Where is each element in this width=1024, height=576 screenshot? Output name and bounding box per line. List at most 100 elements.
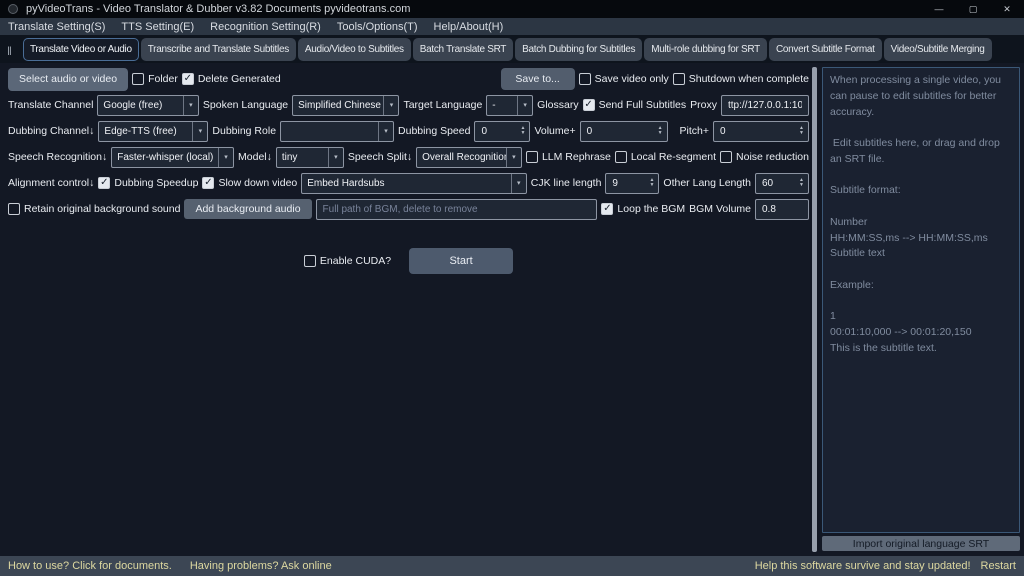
tab-batch-translate-srt[interactable]: Batch Translate SRT — [413, 38, 513, 61]
add-background-audio-button[interactable]: Add background audio — [184, 199, 311, 219]
menu-translate-setting[interactable]: Translate Setting(S) — [0, 18, 113, 35]
other-lang-length-spinner[interactable]: 60 ▲▼ — [755, 173, 809, 194]
spinner-arrows-icon: ▲▼ — [516, 126, 529, 136]
speech-split-select[interactable]: Overall Recognition ▾ — [416, 147, 522, 168]
enable-cuda-label: Enable CUDA? — [320, 255, 391, 267]
status-bar: How to use? Click for documents. Having … — [0, 556, 1024, 576]
model-label[interactable]: Model↓ — [238, 151, 272, 163]
main-content: Select audio or video Folder ✓ Delete Ge… — [0, 63, 1024, 556]
minimize-button[interactable]: — — [922, 0, 956, 18]
bgm-volume-input[interactable] — [755, 199, 809, 220]
menu-tools-options[interactable]: Tools/Options(T) — [329, 18, 426, 35]
docs-link[interactable]: How to use? Click for documents. — [8, 560, 172, 572]
close-button[interactable]: ✕ — [990, 0, 1024, 18]
tab-translate-video-or-audio[interactable]: Translate Video or Audio — [23, 38, 139, 61]
menu-recognition-setting[interactable]: Recognition Setting(R) — [202, 18, 329, 35]
delete-generated-checkbox-label: Delete Generated — [198, 73, 281, 85]
checkbox-checked-icon: ✓ — [583, 99, 595, 111]
proxy-input[interactable] — [721, 95, 809, 116]
spinner-arrows-icon: ▲▼ — [795, 178, 808, 188]
target-language-label: Target Language — [403, 99, 482, 111]
alignment-control-label[interactable]: Alignment control↓ — [8, 177, 94, 189]
retain-background-sound-checkbox[interactable]: Retain original background sound — [8, 203, 180, 215]
llm-rephrase-checkbox[interactable]: LLM Rephrase — [526, 151, 611, 163]
cjk-line-length-label: CJK line length — [531, 177, 602, 189]
noise-reduction-checkbox[interactable]: Noise reduction — [720, 151, 809, 163]
tab-convert-subtitle-format[interactable]: Convert Subtitle Format — [769, 38, 882, 61]
speech-recognition-label[interactable]: Speech Recognition↓ — [8, 151, 107, 163]
shutdown-when-complete-checkbox[interactable]: Shutdown when complete — [673, 73, 809, 85]
glossary-link[interactable]: Glossary — [537, 99, 578, 111]
translate-channel-select[interactable]: Google (free) ▾ — [97, 95, 198, 116]
settings-panel: Select audio or video Folder ✓ Delete Ge… — [0, 63, 812, 556]
recognition-row: Speech Recognition↓ Faster-whisper (loca… — [8, 146, 809, 168]
toolbar-drag-handle-icon[interactable]: ‖ — [7, 44, 11, 58]
delete-generated-checkbox[interactable]: ✓ Delete Generated — [182, 73, 281, 85]
folder-checkbox-label: Folder — [148, 73, 178, 85]
loop-bgm-checkbox[interactable]: ✓ Loop the BGM — [601, 203, 685, 215]
enable-cuda-checkbox[interactable]: Enable CUDA? — [304, 255, 391, 267]
tab-batch-dubbing-for-subtitles[interactable]: Batch Dubbing for Subtitles — [515, 38, 642, 61]
checkbox-unchecked-icon — [8, 203, 20, 215]
select-audio-or-video-button[interactable]: Select audio or video — [8, 68, 128, 91]
start-button[interactable]: Start — [409, 248, 513, 274]
chevron-down-icon: ▾ — [517, 96, 532, 115]
tab-transcribe-translate-subtitles[interactable]: Transcribe and Translate Subtitles — [141, 38, 296, 61]
proxy-label: Proxy — [690, 99, 717, 111]
import-original-srt-button[interactable]: Import original language SRT — [822, 536, 1020, 551]
target-language-select[interactable]: - ▾ — [486, 95, 533, 116]
subtitle-editor[interactable]: When processing a single video, you can … — [822, 67, 1020, 533]
tab-multi-role-dubbing-for-srt[interactable]: Multi-role dubbing for SRT — [644, 38, 767, 61]
spoken-language-select[interactable]: Simplified Chinese ▾ — [292, 95, 399, 116]
subtitle-embed-select[interactable]: Embed Hardsubs ▾ — [301, 173, 527, 194]
save-video-only-checkbox[interactable]: Save video only — [579, 73, 669, 85]
save-to-button[interactable]: Save to... — [501, 68, 575, 90]
checkbox-checked-icon: ✓ — [98, 177, 110, 189]
source-row: Select audio or video Folder ✓ Delete Ge… — [8, 68, 809, 90]
alignment-row: Alignment control↓ ✓ Dubbing Speedup ✓ S… — [8, 172, 809, 194]
dubbing-role-select[interactable]: ▾ — [280, 121, 394, 142]
save-video-only-label: Save video only — [595, 73, 669, 85]
folder-checkbox[interactable]: Folder — [132, 73, 178, 85]
llm-rephrase-label: LLM Rephrase — [542, 151, 611, 163]
vertical-scrollbar[interactable] — [812, 67, 817, 552]
tab-bar: ‖ Translate Video or Audio Transcribe an… — [0, 35, 1024, 63]
checkbox-unchecked-icon — [526, 151, 538, 163]
speech-split-label[interactable]: Speech Split↓ — [348, 151, 412, 163]
ask-online-link[interactable]: Having problems? Ask online — [190, 560, 332, 572]
pitch-spinner[interactable]: 0 ▲▼ — [713, 121, 809, 142]
send-full-subtitles-checkbox[interactable]: ✓ Send Full Subtitles — [583, 99, 687, 111]
dubbing-speedup-label: Dubbing Speedup — [114, 177, 198, 189]
speech-recognition-select[interactable]: Faster-whisper (local) ▾ — [111, 147, 234, 168]
tab-video-subtitle-merging[interactable]: Video/Subtitle Merging — [884, 38, 992, 61]
dubbing-speedup-checkbox[interactable]: ✓ Dubbing Speedup — [98, 177, 198, 189]
bgm-path-input[interactable] — [316, 199, 598, 220]
tab-audio-video-to-subtitles[interactable]: Audio/Video to Subtitles — [298, 38, 411, 61]
background-audio-row: Retain original background sound Add bac… — [8, 198, 809, 220]
checkbox-checked-icon: ✓ — [202, 177, 214, 189]
start-row: Enable CUDA? Start — [8, 248, 809, 274]
dubbing-speed-spinner[interactable]: 0 ▲▼ — [474, 121, 530, 142]
dubbing-row: Dubbing Channel↓ Edge-TTS (free) ▾ Dubbi… — [8, 120, 809, 142]
menu-help-about[interactable]: Help/About(H) — [426, 18, 512, 35]
send-full-subtitles-label: Send Full Subtitles — [599, 99, 687, 111]
save-options-group: Save to... Save video only Shutdown when… — [501, 68, 809, 90]
support-link[interactable]: Help this software survive and stay upda… — [755, 560, 971, 572]
maximize-button[interactable]: ▢ — [956, 0, 990, 18]
menu-tts-setting[interactable]: TTS Setting(E) — [113, 18, 202, 35]
model-select[interactable]: tiny ▾ — [276, 147, 344, 168]
restart-link[interactable]: Restart — [981, 560, 1016, 572]
dubbing-channel-label[interactable]: Dubbing Channel↓ — [8, 125, 94, 137]
minimize-icon: — — [935, 4, 944, 14]
cjk-line-length-spinner[interactable]: 9 ▲▼ — [605, 173, 659, 194]
checkbox-unchecked-icon — [720, 151, 732, 163]
local-resegment-checkbox[interactable]: Local Re-segment — [615, 151, 716, 163]
slow-down-video-label: Slow down video — [218, 177, 297, 189]
checkbox-checked-icon: ✓ — [182, 73, 194, 85]
volume-spinner[interactable]: 0 ▲▼ — [580, 121, 668, 142]
close-icon: ✕ — [1003, 4, 1011, 15]
dubbing-channel-select[interactable]: Edge-TTS (free) ▾ — [98, 121, 208, 142]
chevron-down-icon: ▾ — [378, 122, 393, 141]
proxy-group: Proxy — [690, 95, 809, 116]
slow-down-video-checkbox[interactable]: ✓ Slow down video — [202, 177, 297, 189]
